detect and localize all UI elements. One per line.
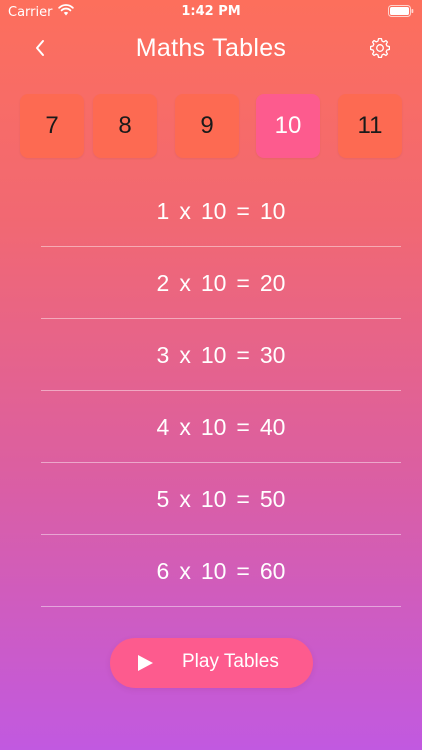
number-tile-9[interactable]: 9 [175,94,239,158]
multiplier: 10 [200,341,227,368]
page-title: Maths Tables [135,34,287,62]
table-row: 5 x 10 = 50 [41,464,401,535]
number-tile-7[interactable]: 7 [20,94,84,158]
play-tables-label: Play Tables [182,651,279,672]
product: 30 [259,341,286,368]
multiplier: 10 [200,485,227,512]
times-sign: x [179,269,191,296]
number-tile-11[interactable]: 11 [338,94,402,158]
multiplier: 10 [200,557,227,584]
multiplicand: 5 [156,485,170,512]
play-icon [136,654,154,672]
product: 10 [259,197,286,224]
multiplicand: 2 [156,269,170,296]
battery-icon [388,5,414,17]
multiplicand: 6 [156,557,170,584]
times-sign: x [179,485,191,512]
gear-icon [369,37,391,63]
table-row: 4 x 10 = 40 [41,392,401,463]
product: 40 [259,413,286,440]
multiplicand: 4 [156,413,170,440]
product: 60 [259,557,286,584]
number-selector: 7 8 9 10 11 [0,94,422,158]
equals-sign: = [236,197,250,224]
times-sign: x [179,557,191,584]
multiplier: 10 [200,197,227,224]
table-row: 2 x 10 = 20 [41,248,401,319]
times-table-list: 1 x 10 = 10 2 x 10 = 20 3 x 10 = 30 4 x … [41,176,401,607]
table-row: 1 x 10 = 10 [41,176,401,247]
status-time: 1:42 PM [181,4,241,19]
multiplicand: 1 [156,197,170,224]
equals-sign: = [236,341,250,368]
table-row: 3 x 10 = 30 [41,320,401,391]
equals-sign: = [236,485,250,512]
times-sign: x [179,197,191,224]
maths-tables-screen: Carrier 1:42 PM Maths Tables 7 8 9 10 11… [0,0,422,750]
equals-sign: = [236,557,250,584]
product: 20 [259,269,286,296]
product: 50 [259,485,286,512]
status-bar: Carrier 1:42 PM [0,0,422,24]
table-row: 6 x 10 = 60 [41,536,401,607]
equals-sign: = [236,269,250,296]
number-tile-8[interactable]: 8 [93,94,157,158]
times-sign: x [179,413,191,440]
multiplier: 10 [200,413,227,440]
header: Maths Tables [0,28,422,72]
number-tile-10-selected[interactable]: 10 [256,94,320,158]
multiplier: 10 [200,269,227,296]
equals-sign: = [236,413,250,440]
multiplicand: 3 [156,341,170,368]
play-tables-button[interactable]: Play Tables [110,638,313,688]
settings-button[interactable] [366,36,394,64]
times-sign: x [179,341,191,368]
